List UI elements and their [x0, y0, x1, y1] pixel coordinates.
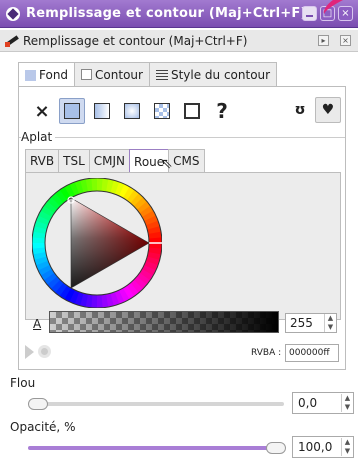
rgba-label: RVBA :	[251, 348, 282, 358]
opacity-spinbox[interactable]: 100,0 ▲ ▼	[292, 436, 354, 458]
radial-gradient-button[interactable]	[119, 98, 145, 124]
blur-spinbox[interactable]: 0,0 ▲ ▼	[292, 392, 354, 414]
alpha-value: 255	[290, 316, 313, 330]
flat-color-icon	[64, 103, 80, 119]
window-title: Remplissage et contour (Maj+Ctrl+F)	[26, 6, 307, 21]
blur-slider-track[interactable]	[28, 402, 284, 406]
opacity-label: Opacité, %	[10, 420, 76, 434]
color-mode-tabs: RVB TSL CMJN Roue CMS	[25, 149, 205, 173]
inkscape-icon	[6, 6, 20, 21]
tab-fill[interactable]: Fond	[18, 62, 76, 87]
dock-iconify-button[interactable]: ▸	[318, 35, 329, 46]
no-paint-button[interactable]: ×	[29, 98, 55, 124]
dock-title: Remplissage et contour (Maj+Ctrl+F)	[23, 33, 248, 48]
opacity-slider-thumb[interactable]	[266, 442, 286, 454]
tab-hsl[interactable]: TSL	[58, 149, 90, 172]
linear-gradient-icon	[94, 103, 110, 119]
tab-cmyk[interactable]: CMJN	[88, 149, 131, 172]
tab-stroke-style[interactable]: Style du contour	[148, 62, 278, 86]
color-wheel[interactable]	[32, 178, 162, 308]
no-paint-icon: ×	[34, 100, 50, 122]
tab-stroke-style-label: Style du contour	[170, 67, 271, 82]
minimize-button[interactable]	[302, 6, 317, 21]
section-divider	[19, 137, 345, 138]
flat-color-button[interactable]	[59, 98, 85, 124]
radial-gradient-icon	[124, 103, 140, 119]
alpha-label: A	[33, 317, 42, 331]
stroke-style-icon	[155, 69, 168, 80]
fill-mode-buttons: × ?	[29, 97, 239, 125]
blur-slider-thumb[interactable]	[28, 398, 48, 410]
color-managed-icons	[25, 345, 51, 359]
linear-gradient-button[interactable]	[89, 98, 115, 124]
opacity-slider-track[interactable]	[28, 446, 284, 450]
evenodd-button[interactable]: ʊ	[287, 97, 313, 123]
section-label: Aplat	[21, 130, 56, 144]
pattern-button[interactable]	[149, 98, 175, 124]
mouse-pointer-icon: ⇖	[161, 156, 173, 172]
fill-stroke-tabs: Fond Contour Style du contour	[18, 62, 278, 87]
nonzero-button[interactable]: ♥	[315, 97, 341, 123]
tab-rgb[interactable]: RVB	[25, 149, 60, 172]
tab-fill-label: Fond	[39, 68, 69, 82]
tab-stroke-label: Contour	[95, 67, 143, 82]
color-wheel-panel	[25, 172, 341, 320]
blur-value: 0,0	[298, 396, 318, 410]
spin-arrows-icon[interactable]: ▲ ▼	[324, 314, 336, 332]
unset-paint-icon: ?	[216, 99, 228, 123]
alpha-spinbox[interactable]: 255 ▲ ▼	[285, 313, 337, 333]
rgba-input[interactable]: 000000ff	[285, 344, 339, 362]
dock-close-button[interactable]: ×	[340, 35, 351, 46]
nonzero-icon: ♥	[321, 102, 335, 118]
fill-panel: × ? ʊ ♥ Aplat RVB TSL CMJN Roue CMS ⇖ A …	[18, 86, 346, 370]
tab-stroke[interactable]: Contour	[74, 62, 150, 86]
spin-arrows-icon[interactable]: ▲ ▼	[341, 438, 353, 456]
out-of-gamut-icon	[38, 345, 51, 358]
evenodd-icon: ʊ	[294, 102, 306, 118]
tab-cms[interactable]: CMS	[168, 149, 205, 172]
fill-swatch-icon	[25, 69, 36, 81]
swatch-icon	[184, 103, 200, 119]
opacity-value: 100,0	[298, 440, 333, 454]
alpha-slider[interactable]	[49, 311, 279, 333]
fill-stroke-icon	[5, 35, 19, 47]
color-managed-icon	[25, 345, 34, 359]
stroke-swatch-icon	[81, 69, 93, 80]
swatch-button[interactable]	[179, 98, 205, 124]
blur-label: Flou	[10, 376, 36, 390]
dock-header: Remplissage et contour (Maj+Ctrl+F) ▸ ×	[0, 30, 358, 52]
window-titlebar[interactable]: Remplissage et contour (Maj+Ctrl+F) □ ×	[0, 0, 358, 28]
unset-paint-button[interactable]: ?	[209, 98, 235, 124]
pattern-icon	[154, 103, 170, 119]
spin-arrows-icon[interactable]: ▲ ▼	[341, 394, 353, 412]
